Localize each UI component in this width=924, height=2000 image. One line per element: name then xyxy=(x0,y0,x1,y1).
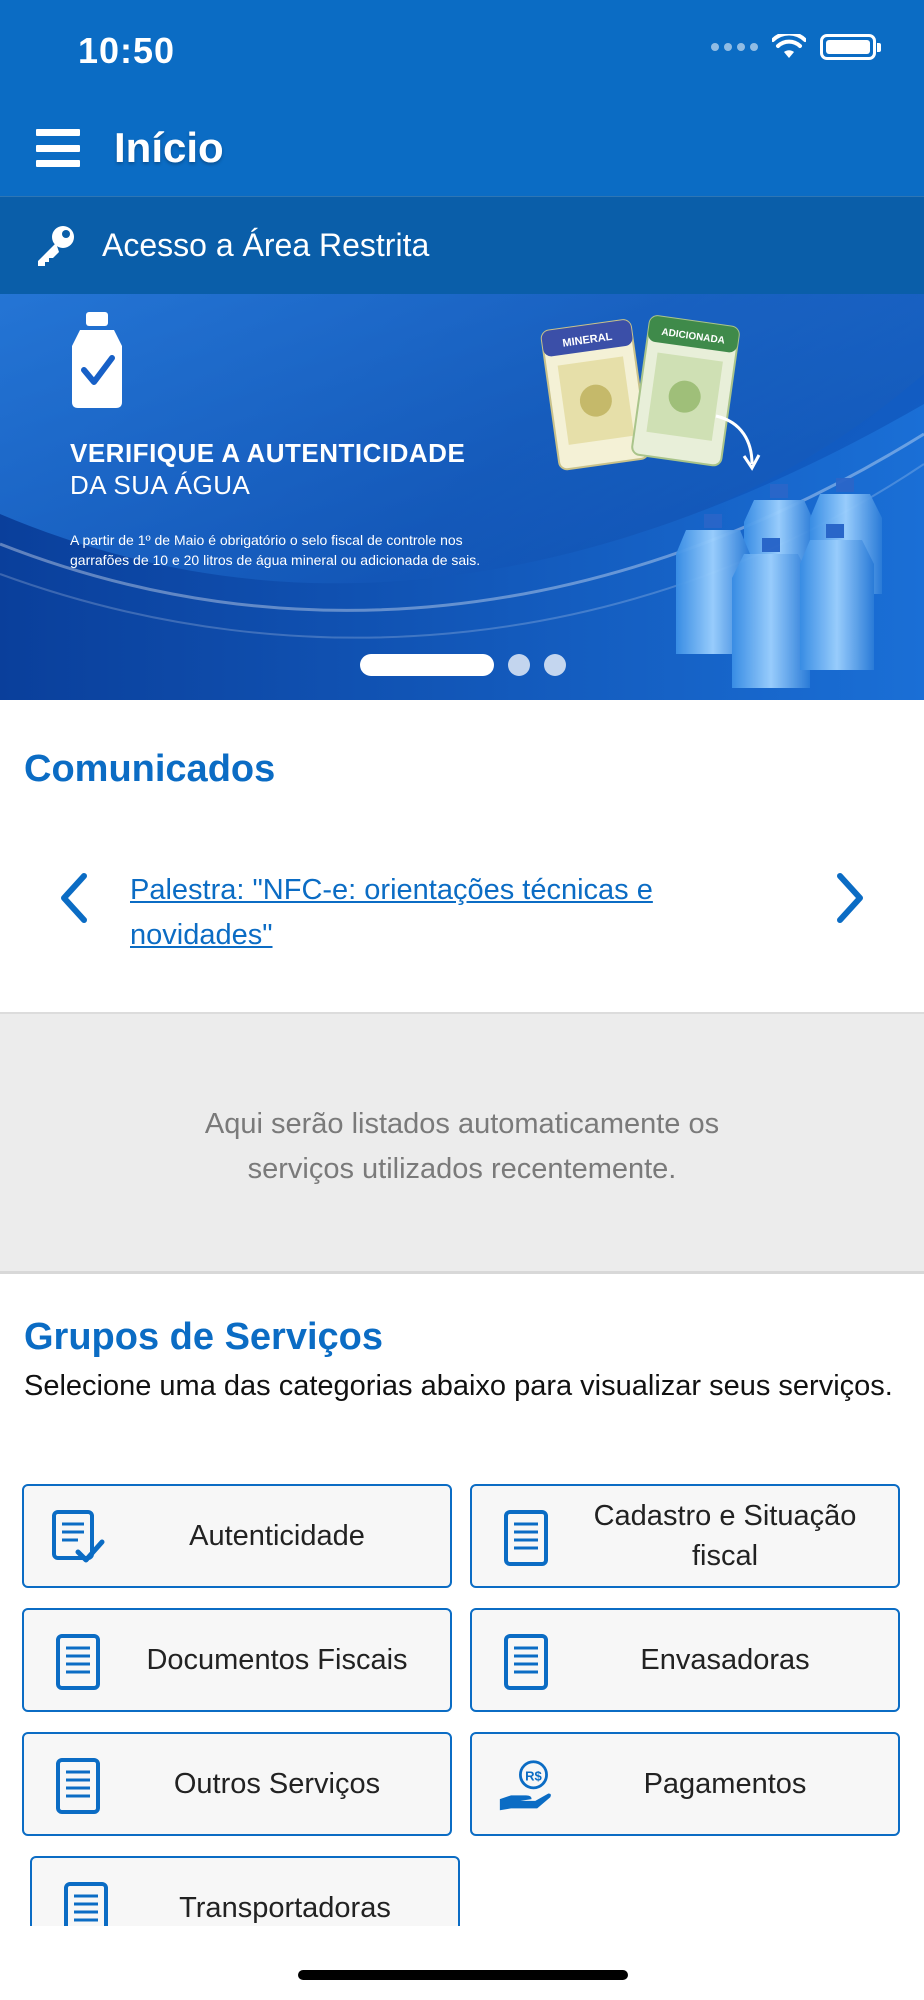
recent-services-area: Aqui serão listados automaticamente os s… xyxy=(0,1012,924,1274)
service-label: Documentos Fiscais xyxy=(146,1644,408,1676)
water-bottle-check-icon xyxy=(72,312,122,408)
status-bar: 10:50 xyxy=(0,0,924,100)
chevron-left-icon[interactable] xyxy=(54,868,94,928)
hamburger-menu-icon[interactable] xyxy=(36,126,80,170)
service-label: Cadastro e Situação fiscal xyxy=(593,1500,857,1572)
carousel-indicator xyxy=(360,654,566,676)
document-icon xyxy=(504,1634,548,1690)
service-label: Autenticidade xyxy=(189,1520,365,1552)
home-indicator[interactable] xyxy=(298,1970,628,1980)
svg-text:R$: R$ xyxy=(525,1768,542,1783)
carousel-dot[interactable] xyxy=(544,654,566,676)
signal-icon xyxy=(711,43,758,51)
fiscal-stamps-image: MINERAL ADICIONADA xyxy=(540,315,740,471)
water-jugs-image xyxy=(676,478,882,688)
banner-carousel[interactable]: VERIFIQUE A AUTENTICIDADE DA SUA ÁGUA A … xyxy=(0,294,924,700)
battery-icon xyxy=(820,34,881,60)
service-cadastro-button[interactable]: Cadastro e Situação fiscal xyxy=(470,1484,900,1588)
document-icon xyxy=(504,1510,548,1566)
service-outros-servicos-button[interactable]: Outros Serviços xyxy=(22,1732,452,1836)
nav-bar: Início xyxy=(0,100,924,196)
service-label: Transportadoras xyxy=(179,1892,391,1924)
carousel-dot-active[interactable] xyxy=(360,654,494,676)
service-label: Outros Serviços xyxy=(173,1768,381,1800)
page-title: Início xyxy=(114,124,224,171)
wifi-icon xyxy=(772,34,806,58)
recent-services-message: Aqui serão listados automaticamente os s… xyxy=(204,1108,720,1185)
restricted-area-button[interactable]: Acesso a Área Restrita xyxy=(0,196,924,294)
services-grid: Autenticidade Cadastro e Situação fiscal… xyxy=(0,1484,924,1926)
document-check-icon xyxy=(52,1510,105,1563)
banner-subtitle: DA SUA ÁGUA xyxy=(70,470,251,500)
news-link[interactable]: Palestra: "NFC-e: orientações técnicas e… xyxy=(130,868,750,958)
service-transportadoras-button[interactable]: Transportadoras xyxy=(30,1856,460,1926)
document-icon xyxy=(64,1882,108,1926)
restricted-area-label: Acesso a Área Restrita xyxy=(102,227,430,263)
key-icon xyxy=(38,225,74,266)
grupos-title: Grupos de Serviços xyxy=(24,1316,384,1358)
banner-title: VERIFIQUE A AUTENTICIDADE xyxy=(70,438,466,468)
service-documentos-fiscais-button[interactable]: Documentos Fiscais xyxy=(22,1608,452,1712)
status-time: 10:50 xyxy=(78,30,176,71)
arrow-decoration xyxy=(715,414,761,471)
chevron-right-icon[interactable] xyxy=(830,868,870,928)
document-icon xyxy=(56,1634,100,1690)
service-autenticidade-button[interactable]: Autenticidade xyxy=(22,1484,452,1588)
carousel-dot[interactable] xyxy=(508,654,530,676)
service-pagamentos-button[interactable]: R$ Pagamentos xyxy=(470,1732,900,1836)
status-icons xyxy=(711,34,881,60)
banner-text: A partir de 1º de Maio é obrigatório o s… xyxy=(70,532,481,568)
comunicados-title: Comunicados xyxy=(24,748,276,790)
service-envasadoras-button[interactable]: Envasadoras xyxy=(470,1608,900,1712)
service-label: Envasadoras xyxy=(640,1644,810,1676)
service-label: Pagamentos xyxy=(643,1768,807,1800)
grupos-subtitle: Selecione uma das categorias abaixo para… xyxy=(24,1370,893,1402)
document-icon xyxy=(56,1758,100,1814)
payment-hand-icon: R$ xyxy=(499,1760,551,1811)
